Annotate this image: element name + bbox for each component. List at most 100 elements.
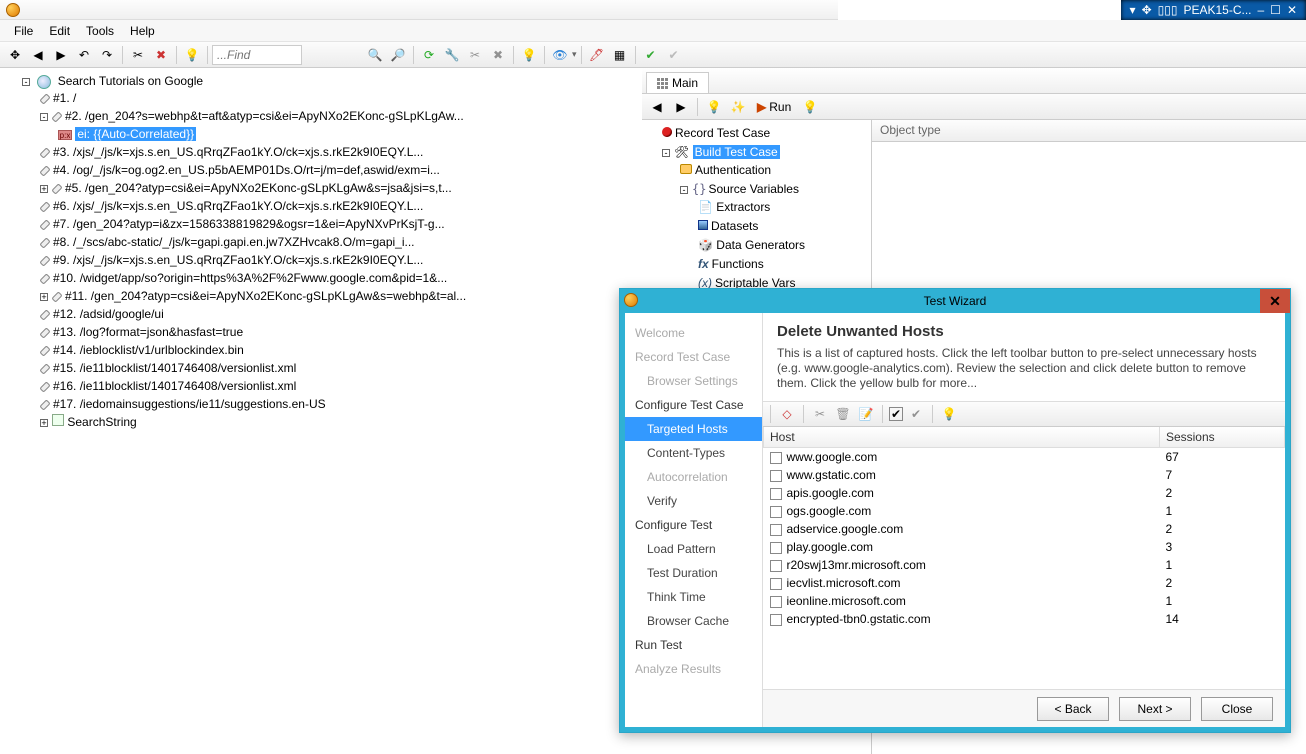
forward-icon[interactable]: ▶ — [50, 44, 72, 66]
preselect-icon[interactable]: ◇ — [777, 404, 797, 424]
forward2-icon[interactable]: ▶ — [670, 96, 692, 118]
host-checkbox[interactable] — [770, 578, 782, 590]
host-name[interactable]: adservice.google.com — [787, 522, 904, 536]
check-all-icon[interactable]: ✔ — [889, 407, 903, 421]
run-button[interactable]: ▶ Run — [751, 99, 797, 115]
request-item[interactable]: #7. /gen_204?atyp=i&zx=1586338819829&ogs… — [53, 217, 445, 231]
nav-configure-tc[interactable]: Configure Test Case — [625, 393, 762, 417]
delete-icon[interactable]: ✖ — [150, 44, 172, 66]
nav-analyze[interactable]: Analyze Results — [625, 657, 762, 681]
nav-browser-cache[interactable]: Browser Cache — [625, 609, 762, 633]
request-item[interactable]: #14. /ieblocklist/v1/urlblockindex.bin — [53, 343, 244, 357]
wizard-titlebar[interactable]: Test Wizard ✕ — [620, 289, 1290, 313]
zoom-out-icon[interactable]: 🔎 — [387, 44, 409, 66]
wizard-close-button[interactable]: ✕ — [1260, 289, 1290, 313]
request-item[interactable]: #11. /gen_204?atyp=csi&ei=ApyNXo2EKonc-g… — [65, 289, 466, 303]
host-checkbox[interactable] — [770, 542, 782, 554]
cut-icon[interactable]: ✂ — [127, 44, 149, 66]
table-icon[interactable]: ▦ — [609, 44, 631, 66]
nav-record[interactable]: Record Test Case — [625, 345, 762, 369]
host-name[interactable]: ieonline.microsoft.com — [787, 594, 906, 608]
col-host[interactable]: Host — [764, 427, 1160, 448]
tree-build[interactable]: Build Test Case — [693, 145, 780, 159]
clear-icon[interactable]: ✂ — [464, 44, 486, 66]
delete2-icon[interactable]: ✖ — [487, 44, 509, 66]
back2-icon[interactable]: ◀ — [646, 96, 668, 118]
close-button[interactable]: Close — [1201, 697, 1273, 721]
col-sessions[interactable]: Sessions — [1159, 427, 1284, 448]
searchstring-node[interactable]: SearchString — [67, 415, 136, 429]
bulb2-icon[interactable]: 💡 — [518, 44, 540, 66]
request-item[interactable]: #5. /gen_204?atyp=csi&ei=ApyNXo2EKonc-gS… — [65, 181, 452, 195]
maximize-icon[interactable]: ☐ — [1270, 3, 1281, 17]
request-item[interactable]: #15. /ie11blocklist/1401746408/versionli… — [53, 361, 296, 375]
delete-hosts-icon[interactable]: 🗑 — [833, 404, 853, 424]
expander-icon[interactable]: - — [662, 149, 670, 157]
selected-subnode[interactable]: ei: {{Auto-Correlated}} — [75, 127, 196, 141]
nav-think-time[interactable]: Think Time — [625, 585, 762, 609]
collapse-icon[interactable]: - — [22, 78, 30, 86]
tree-datagen[interactable]: Data Generators — [716, 238, 805, 252]
host-checkbox[interactable] — [770, 524, 782, 536]
nav-test-duration[interactable]: Test Duration — [625, 561, 762, 585]
find-input[interactable] — [212, 45, 302, 65]
expander-icon[interactable]: + — [40, 185, 48, 193]
menu-edit[interactable]: Edit — [41, 22, 78, 40]
bulb3-icon[interactable]: 💡 — [703, 96, 725, 118]
host-name[interactable]: play.google.com — [787, 540, 874, 554]
tree-datasets[interactable]: Datasets — [711, 219, 758, 233]
menu-help[interactable]: Help — [122, 22, 163, 40]
host-checkbox[interactable] — [770, 470, 782, 482]
nav-load-pattern[interactable]: Load Pattern — [625, 537, 762, 561]
request-item[interactable]: #17. /iedomainsuggestions/ie11/suggestio… — [53, 397, 326, 411]
host-checkbox[interactable] — [770, 596, 782, 608]
menu-tools[interactable]: Tools — [78, 22, 122, 40]
help-bulb-icon[interactable]: 💡 — [939, 404, 959, 424]
bulb4-icon[interactable]: 💡 — [799, 96, 821, 118]
nav-autocorrelation[interactable]: Autocorrelation — [625, 465, 762, 489]
host-checkbox[interactable] — [770, 452, 782, 464]
request-item[interactable]: #8. /_/scs/abc-static/_/js/k=gapi.gapi.e… — [53, 235, 415, 249]
host-name[interactable]: encrypted-tbn0.gstatic.com — [787, 612, 931, 626]
tree-functions[interactable]: Functions — [712, 257, 764, 271]
host-name[interactable]: apis.google.com — [787, 486, 874, 500]
wand-icon[interactable]: ✨ — [727, 96, 749, 118]
host-name[interactable]: ogs.google.com — [787, 504, 872, 518]
request-item[interactable]: #3. /xjs/_/js/k=xjs.s.en_US.qRrqZFao1kY.… — [53, 145, 423, 159]
expander2-icon[interactable]: - — [680, 186, 688, 194]
nav-configure-test[interactable]: Configure Test — [625, 513, 762, 537]
host-checkbox[interactable] — [770, 506, 782, 518]
redo-icon[interactable]: ↷ — [96, 44, 118, 66]
expander-icon[interactable]: + — [40, 419, 48, 427]
edit-hosts-icon[interactable]: 📝 — [856, 404, 876, 424]
check-pale-icon[interactable]: ✔ — [663, 44, 685, 66]
check-green-icon[interactable]: ✔ — [640, 44, 662, 66]
request-item[interactable]: #1. / — [53, 91, 76, 105]
minimize-icon[interactable]: – — [1257, 3, 1264, 17]
nav-browser[interactable]: Browser Settings — [625, 369, 762, 393]
cut-hosts-icon[interactable]: ✂ — [810, 404, 830, 424]
tab-main[interactable]: Main — [646, 72, 709, 93]
host-checkbox[interactable] — [770, 560, 782, 572]
nav-run-test[interactable]: Run Test — [625, 633, 762, 657]
tree-src[interactable]: Source Variables — [708, 182, 799, 196]
inspect-icon[interactable]: 🔧 — [441, 44, 463, 66]
nav-verify[interactable]: Verify — [625, 489, 762, 513]
request-item[interactable]: #6. /xjs/_/js/k=xjs.s.en_US.qRrqZFao1kY.… — [53, 199, 423, 213]
host-checkbox[interactable] — [770, 488, 782, 500]
host-checkbox[interactable] — [770, 614, 782, 626]
nav-welcome[interactable]: Welcome — [625, 321, 762, 345]
uncheck-all-icon[interactable]: ✔ — [906, 404, 926, 424]
menu-chevron-icon[interactable]: ▾ — [1130, 3, 1136, 17]
marker-icon[interactable]: 🖊 — [586, 44, 608, 66]
tree-root-label[interactable]: Search Tutorials on Google — [58, 74, 203, 88]
move-icon[interactable]: ✥ — [1142, 3, 1152, 17]
back-button[interactable]: < Back — [1037, 697, 1109, 721]
zoom-in-icon[interactable]: 🔍 — [364, 44, 386, 66]
host-name[interactable]: r20swj13mr.microsoft.com — [787, 558, 926, 572]
request-item[interactable]: #13. /log?format=json&hasfast=true — [53, 325, 243, 339]
undo-icon[interactable]: ↶ — [73, 44, 95, 66]
request-item[interactable]: #4. /og/_/js/k=og.og2.en_US.p5bAEMP01Ds.… — [53, 163, 440, 177]
request-item[interactable]: #9. /xjs/_/js/k=xjs.s.en_US.qRrqZFao1kY.… — [53, 253, 423, 267]
move-session-icon[interactable]: ✥ — [4, 44, 26, 66]
